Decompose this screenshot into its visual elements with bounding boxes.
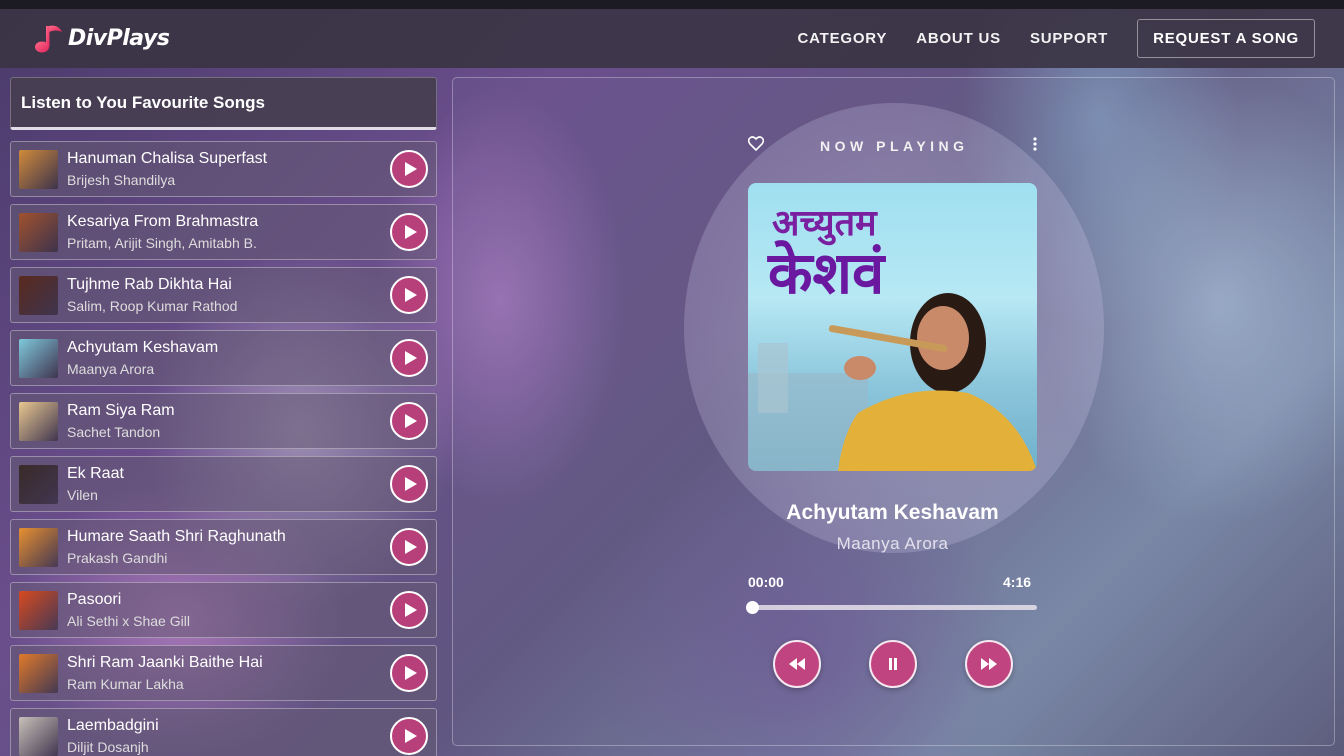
- pause-icon: [889, 658, 897, 670]
- play-icon: [404, 729, 417, 743]
- song-title: Achyutam Keshavam: [67, 339, 219, 356]
- song-artist: Pritam, Arijit Singh, Amitabh B.: [67, 235, 257, 251]
- song-item[interactable]: Laembadgini Diljit Dosanjh: [10, 708, 437, 756]
- now-playing-label: NOW PLAYING: [820, 138, 969, 154]
- song-item[interactable]: Humare Saath Shri Raghunath Prakash Gandh…: [10, 519, 437, 575]
- play-icon: [404, 351, 417, 365]
- song-title: Shri Ram Jaanki Baithe Hai: [67, 654, 263, 671]
- play-button[interactable]: [390, 528, 428, 566]
- song-title: Tujhme Rab Dikhta Hai: [67, 276, 232, 293]
- play-button[interactable]: [390, 402, 428, 440]
- play-icon: [404, 225, 417, 239]
- song-thumbnail: [19, 402, 58, 441]
- song-artist: Sachet Tandon: [67, 424, 161, 440]
- song-item[interactable]: Shri Ram Jaanki Baithe Hai Ram Kumar Lakh…: [10, 645, 437, 701]
- song-item[interactable]: Pasoori Ali Sethi x Shae Gill: [10, 582, 437, 638]
- song-list: Hanuman Chalisa Superfast Brijesh Shandil…: [10, 141, 437, 756]
- sidebar-heading: Listen to You Favourite Songs: [21, 93, 266, 112]
- total-time: 4:16: [1003, 574, 1032, 590]
- song-item[interactable]: Hanuman Chalisa Superfast Brijesh Shandil…: [10, 141, 437, 197]
- play-icon: [404, 666, 417, 680]
- top-navbar: DivPlays CATEGORY ABOUT US SUPPORT REQUE…: [0, 0, 1344, 68]
- cover-artwork: [748, 293, 1037, 471]
- song-thumbnail: [19, 591, 58, 630]
- song-artist: Maanya Arora: [67, 361, 155, 377]
- track-title: Achyutam Keshavam: [786, 501, 999, 524]
- song-artist: Diljit Dosanjh: [67, 739, 149, 755]
- fast-forward-icon: [981, 658, 997, 670]
- play-icon: [404, 414, 417, 428]
- play-icon: [404, 288, 417, 302]
- song-item[interactable]: Ek Raat Vilen: [10, 456, 437, 512]
- nav-about-us[interactable]: ABOUT US: [916, 30, 1001, 47]
- song-artist: Vilen: [67, 487, 98, 503]
- play-button[interactable]: [390, 654, 428, 692]
- album-cover: अच्युतम केशवं: [748, 183, 1037, 471]
- song-item[interactable]: Achyutam Keshavam Maanya Arora: [10, 330, 437, 386]
- logo[interactable]: DivPlays: [34, 22, 170, 54]
- play-icon: [404, 162, 417, 176]
- song-item[interactable]: Kesariya From Brahmastra Pritam, Arijit S…: [10, 204, 437, 260]
- song-artist: Brijesh Shandilya: [67, 172, 176, 188]
- play-button[interactable]: [390, 465, 428, 503]
- request-song-button[interactable]: REQUEST A SONG: [1137, 19, 1315, 58]
- progress-handle[interactable]: [746, 601, 759, 614]
- song-artist: Ram Kumar Lakha: [67, 676, 184, 692]
- next-button[interactable]: [965, 640, 1013, 688]
- rewind-icon: [789, 658, 805, 670]
- song-thumbnail: [19, 717, 58, 756]
- song-title: Laembadgini: [67, 717, 159, 734]
- pause-button[interactable]: [869, 640, 917, 688]
- play-icon: [404, 477, 417, 491]
- song-thumbnail: [19, 465, 58, 504]
- song-title: Hanuman Chalisa Superfast: [67, 150, 268, 167]
- play-button[interactable]: [390, 717, 428, 755]
- nav-menu: CATEGORY ABOUT US SUPPORT REQUEST A SONG: [797, 19, 1315, 58]
- more-vertical-icon[interactable]: [1031, 136, 1039, 152]
- song-thumbnail: [19, 339, 58, 378]
- song-thumbnail: [19, 654, 58, 693]
- song-artist: Salim, Roop Kumar Rathod: [67, 298, 238, 314]
- song-artist: Prakash Gandhi: [67, 550, 168, 566]
- progress-bar[interactable]: [746, 601, 1037, 614]
- song-artist: Ali Sethi x Shae Gill: [67, 613, 190, 629]
- music-note-icon: [35, 25, 62, 53]
- previous-button[interactable]: [773, 640, 821, 688]
- heart-icon[interactable]: [748, 136, 764, 151]
- song-title: Ek Raat: [67, 465, 124, 482]
- song-thumbnail: [19, 276, 58, 315]
- play-button[interactable]: [390, 213, 428, 251]
- song-item[interactable]: Tujhme Rab Dikhta Hai Salim, Roop Kumar R…: [10, 267, 437, 323]
- play-button[interactable]: [390, 150, 428, 188]
- song-title: Humare Saath Shri Raghunath: [67, 528, 286, 545]
- play-icon: [404, 603, 417, 617]
- song-item[interactable]: Ram Siya Ram Sachet Tandon: [10, 393, 437, 449]
- play-button[interactable]: [390, 276, 428, 314]
- track-artist: Maanya Arora: [836, 534, 949, 553]
- sidebar-header: Listen to You Favourite Songs: [10, 77, 437, 130]
- song-thumbnail: [19, 528, 58, 567]
- song-title: Kesariya From Brahmastra: [67, 213, 259, 230]
- nav-category[interactable]: CATEGORY: [797, 30, 887, 47]
- song-title: Ram Siya Ram: [67, 402, 175, 419]
- play-icon: [404, 540, 417, 554]
- song-thumbnail: [19, 213, 58, 252]
- song-thumbnail: [19, 150, 58, 189]
- current-time: 00:00: [748, 574, 784, 590]
- play-button[interactable]: [390, 591, 428, 629]
- play-button[interactable]: [390, 339, 428, 377]
- song-title: Pasoori: [67, 591, 122, 608]
- app-name: DivPlays: [68, 25, 170, 51]
- nav-support[interactable]: SUPPORT: [1030, 30, 1108, 47]
